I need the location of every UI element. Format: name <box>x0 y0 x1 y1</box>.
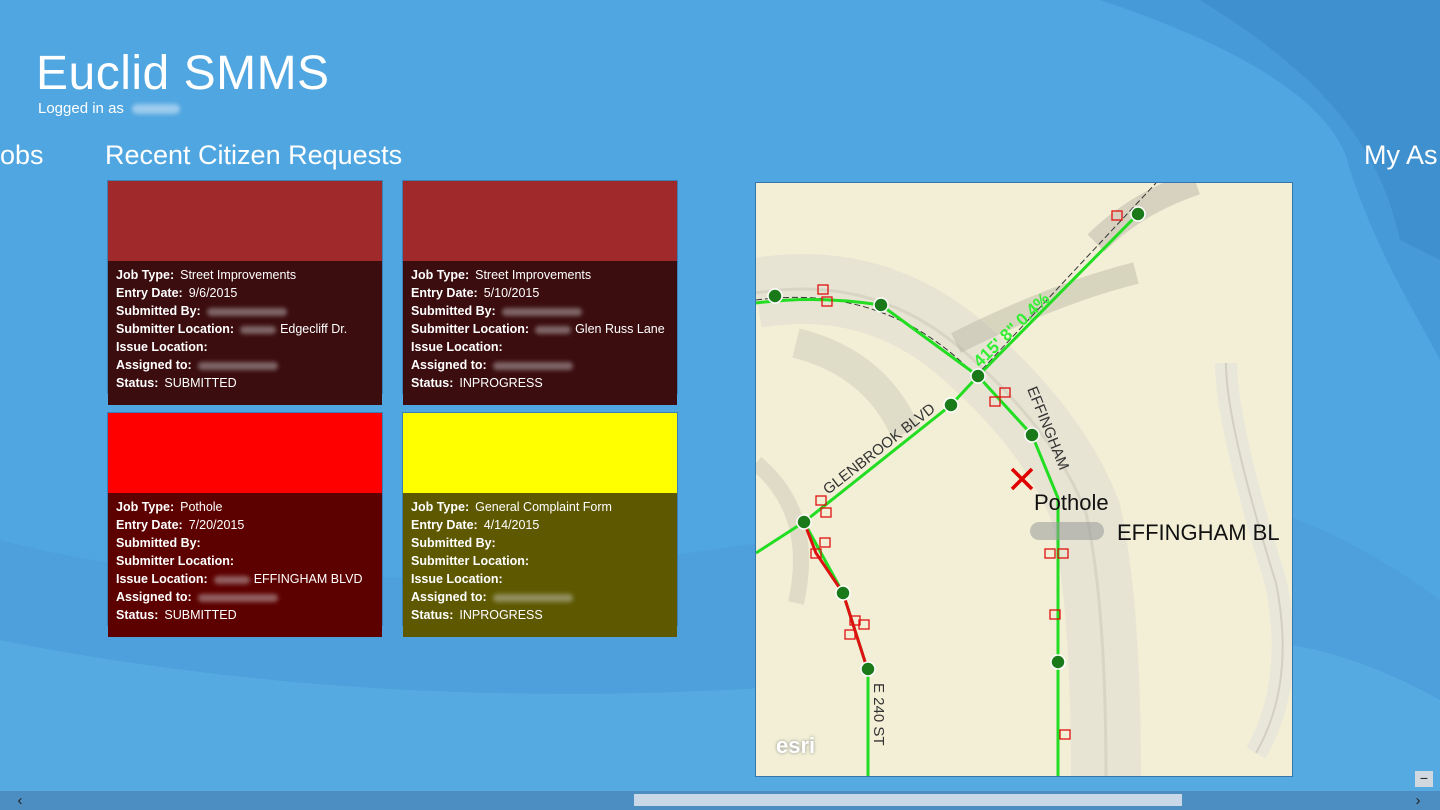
login-status: Logged in as <box>38 100 181 117</box>
issue-location-value: EFFINGHAM BLVD <box>253 572 363 586</box>
status-value: SUBMITTED <box>164 608 237 622</box>
marker-address: EFFINGHAM BL <box>1117 520 1280 545</box>
request-tile-4[interactable]: Job Type: General Complaint Form Entry Da… <box>402 412 678 637</box>
request-details: Job Type: Pothole Entry Date: 7/20/2015 Su… <box>108 493 382 637</box>
status-color-swatch <box>403 413 677 493</box>
marker-title: Pothole <box>1034 490 1109 515</box>
job-type-value: Street Improvements <box>180 268 297 282</box>
entry-date-value: 5/10/2015 <box>483 286 540 300</box>
map-view[interactable]: GLENBROOK BLVD EFFINGHAM E 240 ST 415' 8… <box>755 182 1293 777</box>
status-color-swatch <box>108 181 382 261</box>
redacted-address <box>1030 522 1104 540</box>
entry-date-value: 4/14/2015 <box>483 518 540 532</box>
app-title: Euclid SMMS <box>36 47 330 100</box>
job-type-value: Pothole <box>180 500 223 514</box>
scroll-left-arrow-icon[interactable]: ‹ <box>10 791 30 810</box>
collapse-button[interactable]: − <box>1415 771 1433 787</box>
scroll-right-arrow-icon[interactable]: › <box>1408 791 1428 810</box>
job-type-value: General Complaint Form <box>475 500 612 514</box>
status-color-swatch <box>403 181 677 261</box>
request-tile-1[interactable]: Job Type: Street Improvements Entry Date:… <box>107 180 383 405</box>
section-header-previous[interactable]: obs <box>0 140 44 171</box>
status-value: INPROGRESS <box>459 376 543 390</box>
entry-date-value: 9/6/2015 <box>188 286 238 300</box>
status-value: INPROGRESS <box>459 608 543 622</box>
redacted-submitter <box>501 307 582 316</box>
submitter-location-value: Glen Russ Lane <box>575 322 665 336</box>
submitter-location-value: Edgecliff Dr. <box>280 322 348 336</box>
redacted-assignee <box>492 593 573 602</box>
status-color-swatch <box>108 413 382 493</box>
map-canvas: GLENBROOK BLVD EFFINGHAM E 240 ST 415' 8… <box>756 183 1292 776</box>
login-label: Logged in as <box>38 100 124 117</box>
request-details: Job Type: Street Improvements Entry Date:… <box>108 261 382 405</box>
section-header-next[interactable]: My As <box>1364 140 1438 171</box>
entry-date-value: 7/20/2015 <box>188 518 245 532</box>
job-type-value: Street Improvements <box>475 268 592 282</box>
redacted-submitter <box>206 307 287 316</box>
request-details: Job Type: General Complaint Form Entry Da… <box>403 493 677 637</box>
request-tile-2[interactable]: Job Type: Street Improvements Entry Date:… <box>402 180 678 405</box>
esri-logo: esri <box>776 733 816 758</box>
street-label-240st: E 240 ST <box>870 683 887 746</box>
request-details: Job Type: Street Improvements Entry Date:… <box>403 261 677 405</box>
pothole-marker-icon[interactable] <box>1010 467 1034 491</box>
section-header-recent-requests[interactable]: Recent Citizen Requests <box>105 140 402 171</box>
redacted-assignee <box>197 361 278 370</box>
status-value: SUBMITTED <box>164 376 237 390</box>
redacted-username <box>132 104 181 115</box>
redacted-assignee <box>492 361 573 370</box>
request-tile-3[interactable]: Job Type: Pothole Entry Date: 7/20/2015 Su… <box>107 412 383 637</box>
scrollbar-thumb[interactable] <box>634 794 1182 806</box>
horizontal-scrollbar[interactable]: ‹ › <box>0 791 1440 810</box>
redacted-assignee <box>197 593 278 602</box>
